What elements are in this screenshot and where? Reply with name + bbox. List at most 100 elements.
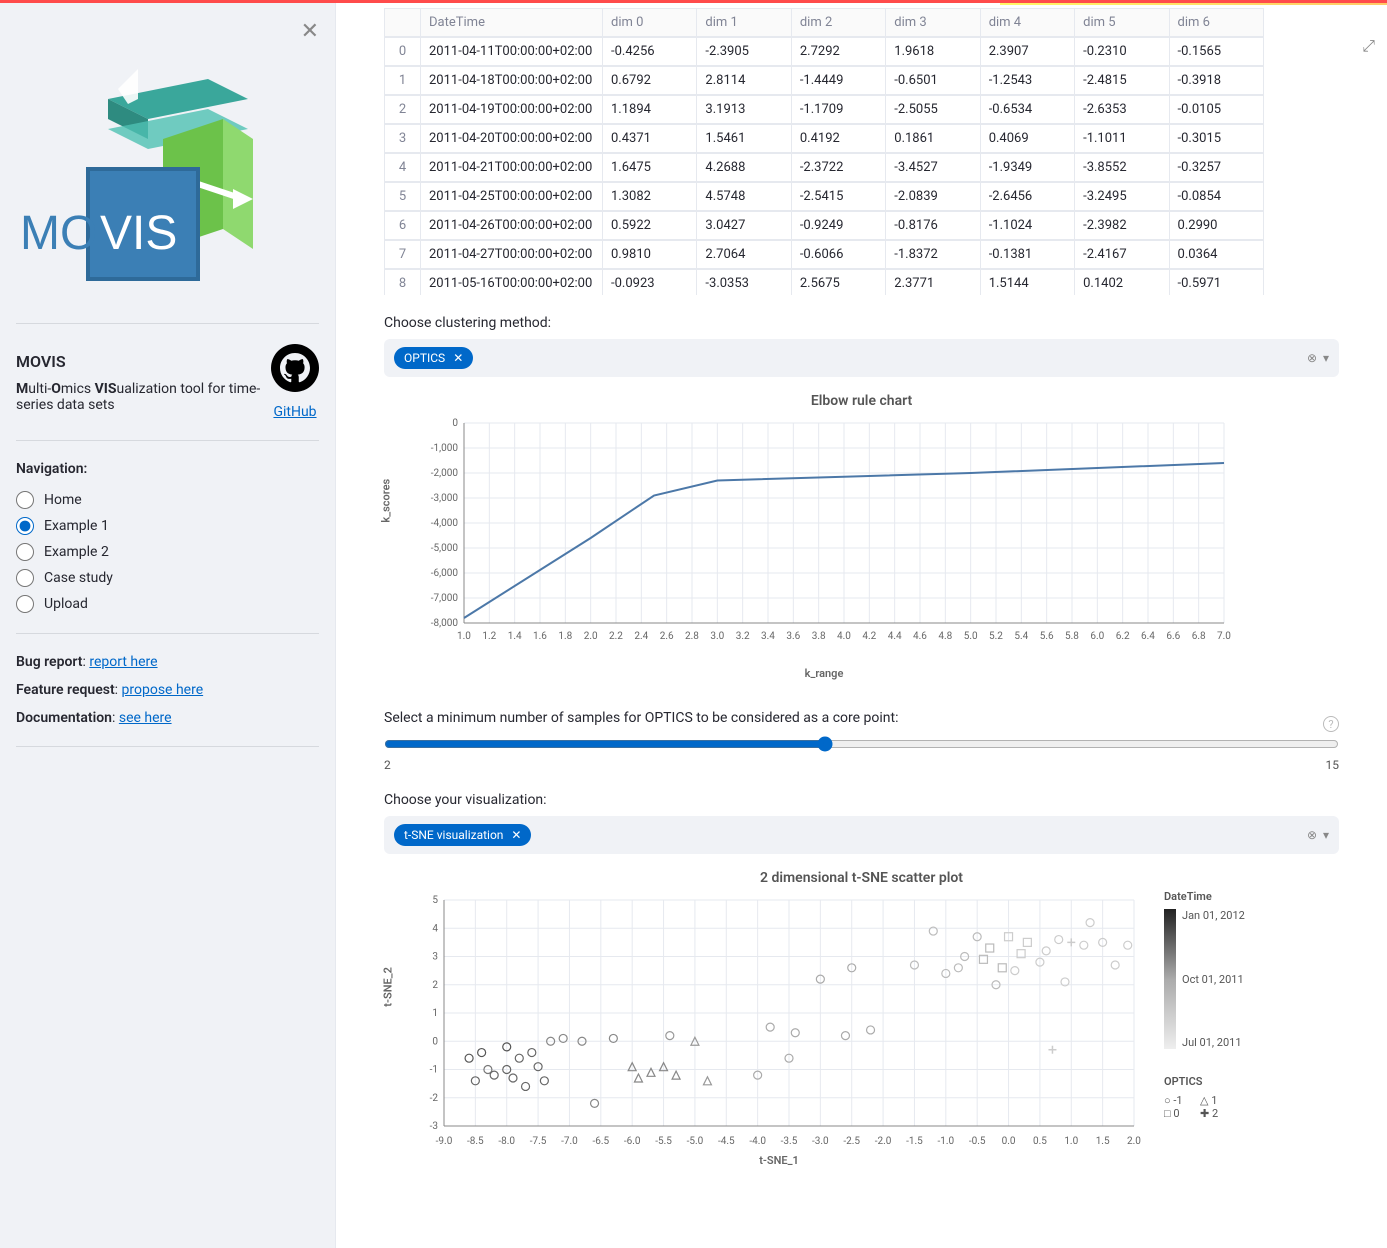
- sidebar-link[interactable]: propose here: [122, 682, 204, 698]
- svg-text:5.8: 5.8: [1065, 631, 1079, 642]
- svg-text:3.8: 3.8: [812, 631, 826, 642]
- scatter-title: 2 dimensional t-SNE scatter plot: [384, 870, 1339, 886]
- expand-icon[interactable]: ⤢: [1362, 36, 1375, 56]
- table-header: dim 6: [1169, 9, 1263, 37]
- svg-text:2.4: 2.4: [634, 631, 648, 642]
- nav-radio-example-1[interactable]: Example 1: [16, 517, 319, 535]
- svg-text:4.0: 4.0: [837, 631, 851, 642]
- slider-max: 15: [1326, 758, 1340, 772]
- legend-date-label: Jul 01, 2011: [1182, 1036, 1245, 1049]
- svg-text:0: 0: [432, 1036, 438, 1047]
- svg-text:-2.5: -2.5: [843, 1136, 860, 1147]
- svg-text:-2,000: -2,000: [431, 468, 459, 479]
- legend-symbol: □ 0: [1164, 1107, 1200, 1120]
- svg-text:3: 3: [432, 952, 438, 963]
- svg-text:-9.0: -9.0: [436, 1136, 453, 1147]
- table-row: 32011-04-20T00:00:00+02:000.43711.54610.…: [384, 124, 1264, 153]
- svg-text:-1: -1: [430, 1065, 438, 1076]
- svg-text:MO: MO: [20, 207, 97, 260]
- table-header: DateTime: [421, 9, 603, 37]
- multiselect-caret-icon[interactable]: ⊗ ▾: [1307, 351, 1329, 365]
- svg-text:-1.5: -1.5: [906, 1136, 923, 1147]
- close-icon[interactable]: ✕: [301, 19, 319, 44]
- sidebar-link-row: Feature request: propose here: [16, 682, 319, 698]
- svg-text:-4.0: -4.0: [749, 1136, 766, 1147]
- svg-text:4.6: 4.6: [913, 631, 927, 642]
- viz-tag[interactable]: t-SNE visualization ✕: [394, 824, 531, 846]
- svg-text:-8.5: -8.5: [467, 1136, 484, 1147]
- svg-text:-3.0: -3.0: [812, 1136, 829, 1147]
- app-tagline: Multi-Omics VISualization tool for time-…: [16, 381, 271, 413]
- scatter-legend: DateTime Jan 01, 2012Oct 01, 2011Jul 01,…: [1164, 890, 1245, 1150]
- github-link[interactable]: GitHub: [271, 404, 319, 420]
- svg-text:4: 4: [432, 923, 438, 934]
- tag-remove-icon[interactable]: ✕: [511, 828, 521, 842]
- legend-symbol: △ 1: [1200, 1094, 1236, 1107]
- nav-radio-example-2[interactable]: Example 2: [16, 543, 319, 561]
- svg-text:3.0: 3.0: [710, 631, 724, 642]
- svg-text:1.4: 1.4: [508, 631, 522, 642]
- svg-text:-5.5: -5.5: [655, 1136, 672, 1147]
- sidebar-link-row: Bug report: report here: [16, 654, 319, 670]
- svg-text:-3,000: -3,000: [431, 493, 459, 504]
- clustering-tag[interactable]: OPTICS ✕: [394, 347, 473, 369]
- svg-text:7.0: 7.0: [1217, 631, 1231, 642]
- legend-date-label: Oct 01, 2011: [1182, 973, 1245, 986]
- elbow-xlabel: k_range: [414, 667, 1234, 680]
- svg-text:6.6: 6.6: [1166, 631, 1180, 642]
- nav-radio-home[interactable]: Home: [16, 491, 319, 509]
- data-table-wrap: ⤢ DateTimedim 0dim 1dim 2dim 3dim 4dim 5…: [384, 8, 1339, 295]
- svg-text:-6.5: -6.5: [592, 1136, 609, 1147]
- app-logo: MO VIS: [16, 49, 319, 293]
- legend-gradient: [1164, 909, 1176, 1049]
- app-title: MOVIS: [16, 352, 271, 371]
- table-row: 22011-04-19T00:00:00+02:001.18943.1913-1…: [384, 95, 1264, 124]
- slider-min: 2: [384, 758, 391, 772]
- svg-text:-4,000: -4,000: [431, 518, 459, 529]
- slider-wrap: ? 8 2 15: [384, 736, 1339, 772]
- svg-text:4.2: 4.2: [862, 631, 876, 642]
- svg-text:5.2: 5.2: [989, 631, 1003, 642]
- table-header: dim 0: [603, 9, 697, 37]
- svg-text:-8.0: -8.0: [498, 1136, 515, 1147]
- viz-label: Choose your visualization:: [384, 792, 1339, 808]
- svg-text:-7,000: -7,000: [431, 593, 459, 604]
- github-icon[interactable]: [271, 344, 319, 392]
- svg-text:-2: -2: [430, 1093, 439, 1104]
- svg-text:-7.5: -7.5: [530, 1136, 547, 1147]
- data-table: DateTimedim 0dim 1dim 2dim 3dim 4dim 5di…: [384, 8, 1264, 295]
- sidebar-link-row: Documentation: see here: [16, 710, 319, 726]
- viz-tag-label: t-SNE visualization: [404, 828, 503, 842]
- min-samples-slider[interactable]: [384, 736, 1339, 752]
- table-row: 42011-04-21T00:00:00+02:001.64754.2688-2…: [384, 153, 1264, 182]
- svg-text:6.8: 6.8: [1192, 631, 1206, 642]
- svg-text:5.6: 5.6: [1040, 631, 1054, 642]
- svg-text:-4.5: -4.5: [718, 1136, 735, 1147]
- viz-multiselect[interactable]: t-SNE visualization ✕ ⊗ ▾: [384, 816, 1339, 854]
- tag-remove-icon[interactable]: ✕: [453, 351, 463, 365]
- svg-text:-6.0: -6.0: [624, 1136, 641, 1147]
- legend-date-label: Jan 01, 2012: [1182, 909, 1245, 922]
- scatter-xlabel: t-SNE_1: [414, 1154, 1144, 1167]
- svg-text:2.6: 2.6: [660, 631, 674, 642]
- scatter-chart: t-SNE_2 -9.0-8.5-8.0-7.5-7.0-6.5-6.0-5.5…: [414, 890, 1144, 1150]
- svg-text:1.0: 1.0: [1064, 1136, 1078, 1147]
- elbow-ylabel: k_scores: [380, 479, 393, 523]
- nav-radio-case-study[interactable]: Case study: [16, 569, 319, 587]
- legend-symbol: ✚ 2: [1200, 1107, 1236, 1120]
- svg-text:5.4: 5.4: [1014, 631, 1028, 642]
- sidebar-link[interactable]: report here: [89, 654, 157, 670]
- table-row: 82011-05-16T00:00:00+02:00-0.0923-3.0353…: [384, 269, 1264, 295]
- multiselect-caret-icon[interactable]: ⊗ ▾: [1307, 828, 1329, 842]
- svg-text:1.5: 1.5: [1096, 1136, 1110, 1147]
- svg-text:0.5: 0.5: [1033, 1136, 1047, 1147]
- nav-radio-upload[interactable]: Upload: [16, 595, 319, 613]
- sidebar-link[interactable]: see here: [119, 710, 172, 726]
- svg-text:-0.5: -0.5: [969, 1136, 986, 1147]
- legend-symbol: ○ -1: [1164, 1094, 1200, 1107]
- help-icon[interactable]: ?: [1323, 716, 1339, 732]
- table-row: 62011-04-26T00:00:00+02:000.59223.0427-0…: [384, 211, 1264, 240]
- clustering-multiselect[interactable]: OPTICS ✕ ⊗ ▾: [384, 339, 1339, 377]
- table-header: dim 5: [1075, 9, 1169, 37]
- clustering-label: Choose clustering method:: [384, 315, 1339, 331]
